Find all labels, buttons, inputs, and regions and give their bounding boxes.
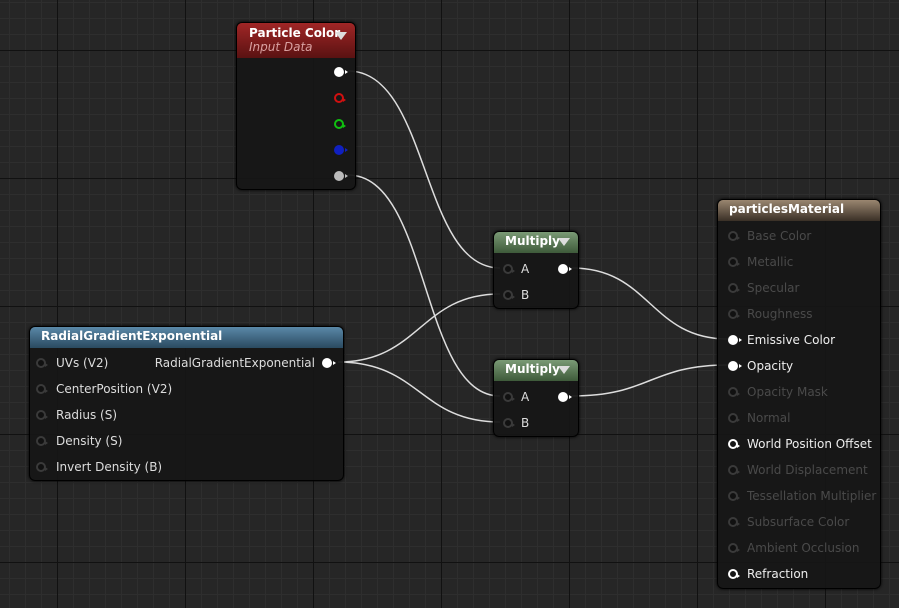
input-pin-ambient-occlusion[interactable] [728, 543, 740, 553]
wire-radial-to-multiply2-b [337, 361, 501, 423]
node-header[interactable]: Particle Color Input Data [237, 23, 355, 58]
node-header[interactable]: Multiply [494, 232, 578, 253]
collapse-arrow-icon[interactable] [335, 32, 347, 40]
node-title: RadialGradientExponential [41, 329, 223, 343]
output-pin[interactable] [558, 392, 572, 402]
collapse-arrow-icon[interactable] [558, 238, 570, 246]
particle-color-node[interactable]: Particle Color Input Data [236, 22, 356, 190]
pin-label: UVs (V2) [56, 356, 109, 370]
pin-label: Emissive Color [747, 333, 836, 347]
pin-label: Metallic [747, 255, 794, 269]
output-pin[interactable] [558, 264, 572, 274]
pin-label: World Position Offset [747, 437, 872, 451]
pin-label: Base Color [747, 229, 812, 243]
input-pin-refraction[interactable] [728, 569, 740, 579]
input-pin-world-displacement[interactable] [728, 465, 740, 475]
pin-label: A [521, 390, 530, 404]
input-pin-metallic[interactable] [728, 257, 740, 267]
pin-label: A [521, 262, 530, 276]
wire-particle-rgba-to-multiply1-a [347, 70, 501, 269]
input-pin-density[interactable] [36, 436, 48, 446]
pin-label: Roughness [747, 307, 813, 321]
node-header[interactable]: Multiply [494, 360, 578, 381]
wire-multiply1-to-emissive [571, 267, 729, 340]
input-pin-a[interactable] [503, 392, 515, 402]
input-pin-a[interactable] [503, 264, 515, 274]
pin-label: Refraction [747, 567, 809, 581]
input-pin-opacity-mask[interactable] [728, 387, 740, 397]
input-pin-invert-density[interactable] [36, 462, 48, 472]
input-pin-roughness[interactable] [728, 309, 740, 319]
pin-label: Opacity Mask [747, 385, 828, 399]
output-pin-b[interactable] [334, 145, 348, 155]
node-title: particlesMaterial [729, 202, 845, 216]
input-pin-uvs[interactable] [36, 358, 48, 368]
pin-label: Tessellation Multiplier [747, 489, 877, 503]
pin-label: Specular [747, 281, 800, 295]
input-pin-b[interactable] [503, 290, 515, 300]
radial-gradient-node[interactable]: RadialGradientExponential UVs (V2) Cente… [29, 326, 344, 481]
pin-label: Radius (S) [56, 408, 118, 422]
collapse-arrow-icon[interactable] [558, 366, 570, 374]
output-pin-r[interactable] [334, 93, 346, 103]
multiply-node-2[interactable]: Multiply A B [493, 359, 579, 437]
node-title: Particle Color [249, 26, 341, 40]
pin-label: Normal [747, 411, 791, 425]
input-pin-normal[interactable] [728, 413, 740, 423]
input-pin-subsurface-color[interactable] [728, 517, 740, 527]
pin-label: Opacity [747, 359, 794, 373]
pin-label: Density (S) [56, 434, 123, 448]
pin-label: Ambient Occlusion [747, 541, 860, 555]
pin-label: B [521, 416, 530, 430]
pin-label: World Displacement [747, 463, 868, 477]
input-pin-b[interactable] [503, 418, 515, 428]
input-pin-base-color[interactable] [728, 231, 740, 241]
multiply-node-1[interactable]: Multiply A B [493, 231, 579, 309]
input-pin-tessellation-multiplier[interactable] [728, 491, 740, 501]
node-header[interactable]: particlesMaterial [718, 200, 880, 221]
wire-particle-alpha-to-multiply2-a [347, 174, 501, 397]
wire-multiply2-to-opacity [571, 364, 729, 397]
material-result-node[interactable]: particlesMaterial Base Color Metallic Spec… [717, 199, 881, 589]
node-subtitle: Input Data [249, 40, 313, 54]
input-pin-center-position[interactable] [36, 384, 48, 394]
output-pin-a[interactable] [334, 171, 348, 181]
input-pin-emissive-color[interactable] [728, 335, 742, 345]
input-pin-world-position-offset[interactable] [728, 439, 740, 449]
output-pin-rgba[interactable] [334, 67, 348, 77]
pin-label: CenterPosition (V2) [56, 382, 173, 396]
output-label: RadialGradientExponential [154, 356, 315, 370]
pin-label: Subsurface Color [747, 515, 850, 529]
pin-label: B [521, 288, 530, 302]
input-pin-opacity[interactable] [728, 361, 742, 371]
output-pin[interactable] [322, 358, 336, 368]
pin-label: Invert Density (B) [56, 460, 163, 474]
wire-radial-to-multiply1-b [337, 293, 501, 363]
node-header[interactable]: RadialGradientExponential [30, 327, 343, 348]
input-pin-specular[interactable] [728, 283, 740, 293]
node-title: Multiply [505, 362, 560, 376]
input-pin-radius[interactable] [36, 410, 48, 420]
node-title: Multiply [505, 234, 560, 248]
output-pin-g[interactable] [334, 119, 346, 129]
